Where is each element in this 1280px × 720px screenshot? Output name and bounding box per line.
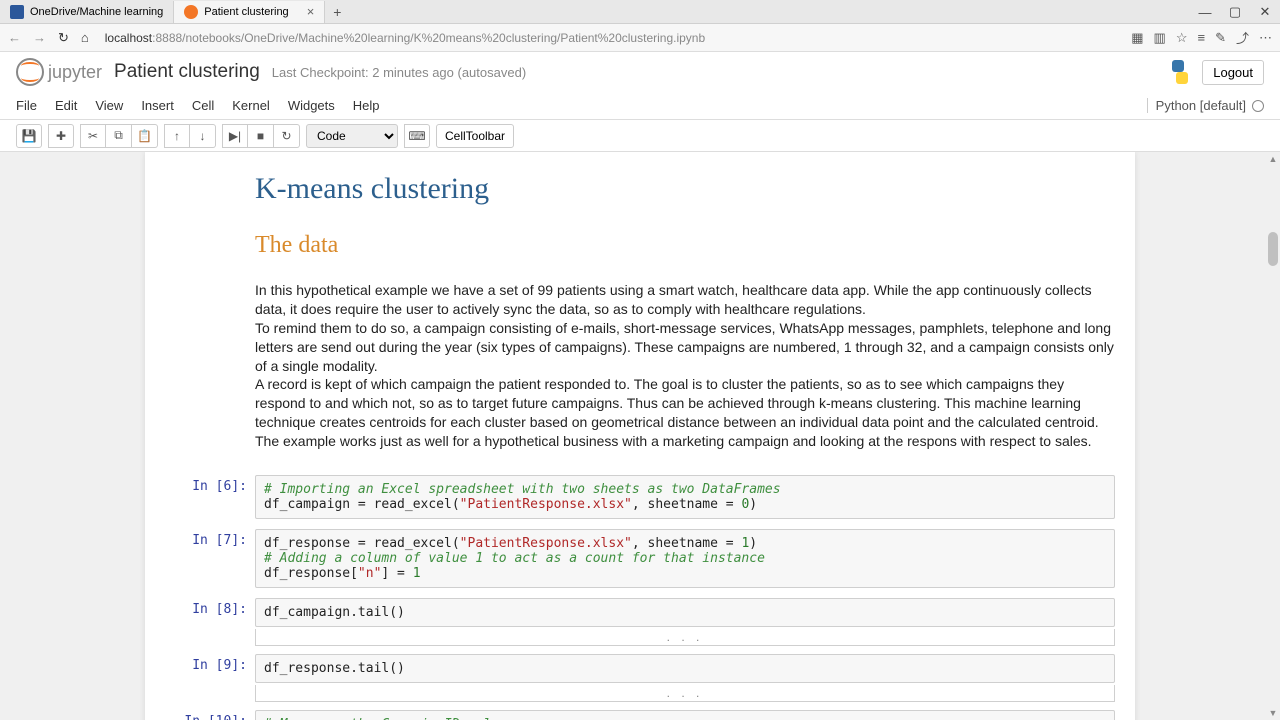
notebook-scroll-area[interactable]: K-means clustering The data In this hypo… [0, 152, 1280, 720]
cell-toolbar-button[interactable]: CellToolbar [436, 124, 514, 148]
move-up-button[interactable]: ↑ [164, 124, 190, 148]
collapsed-output[interactable]: . . . [255, 629, 1115, 646]
reading-icon[interactable]: ▥ [1154, 30, 1166, 46]
browser-nav-toolbar: ← → ↻ ⌂ localhost:8888/notebooks/OneDriv… [0, 24, 1280, 52]
back-icon[interactable]: ← [8, 30, 21, 45]
paragraph: In this hypothetical example we have a s… [255, 281, 1115, 319]
notebook-toolbar: 💾 ✚ ✂ ⧉ 📋 ↑ ↓ ▶| ■ ↻ Code ⌨ CellToolbar [0, 120, 1280, 152]
code-input[interactable]: # Importing an Excel spreadsheet with tw… [255, 475, 1115, 519]
scroll-up-icon[interactable]: ▲ [1266, 152, 1280, 166]
code-input[interactable]: df_response.tail() [255, 654, 1115, 683]
menu-cell[interactable]: Cell [192, 94, 214, 117]
browser-tab-active[interactable]: Patient clustering × [174, 1, 325, 23]
prompt [165, 164, 255, 453]
logout-button[interactable]: Logout [1202, 60, 1264, 85]
new-tab-button[interactable]: + [325, 4, 349, 20]
home-icon[interactable]: ⌂ [81, 30, 89, 45]
favorite-icon[interactable]: ☆ [1176, 30, 1188, 46]
add-cell-button[interactable]: ✚ [48, 124, 74, 148]
collapsed-output[interactable]: . . . [255, 685, 1115, 702]
hub-icon[interactable]: ≡ [1197, 30, 1205, 45]
prompt: In [7]: [165, 529, 255, 588]
cut-button[interactable]: ✂ [80, 124, 106, 148]
prompt: In [10]: [165, 710, 255, 720]
notes-icon[interactable]: ✎ [1215, 30, 1226, 46]
copy-button[interactable]: ⧉ [106, 124, 132, 148]
vertical-scrollbar[interactable]: ▲ ▼ [1266, 152, 1280, 720]
menu-file[interactable]: File [16, 94, 37, 117]
close-icon[interactable]: × [307, 4, 315, 19]
code-cell[interactable]: In [6]:# Importing an Excel spreadsheet … [145, 473, 1135, 521]
stop-button[interactable]: ■ [248, 124, 274, 148]
jupyter-logo-text: jupyter [48, 62, 102, 83]
more-icon[interactable]: ⋯ [1259, 30, 1272, 46]
menu-view[interactable]: View [95, 94, 123, 117]
menu-edit[interactable]: Edit [55, 94, 77, 117]
close-window-icon[interactable]: ✕ [1250, 0, 1280, 24]
restart-button[interactable]: ↻ [274, 124, 300, 148]
paste-button[interactable]: 📋 [132, 124, 158, 148]
markdown-cell[interactable]: K-means clustering The data In this hypo… [145, 162, 1135, 455]
paragraph: A record is kept of which campaign the p… [255, 375, 1115, 432]
jupyter-logo-icon [16, 58, 44, 86]
cell-type-select[interactable]: Code [306, 124, 398, 148]
prompt: In [6]: [165, 475, 255, 519]
heading-2: The data [255, 232, 1115, 259]
menu-help[interactable]: Help [353, 94, 380, 117]
notebook-name[interactable]: Patient clustering [114, 61, 260, 83]
code-cell[interactable]: In [8]:df_campaign.tail() [145, 596, 1135, 629]
menubar: File Edit View Insert Cell Kernel Widget… [0, 92, 1280, 120]
tab-favicon [10, 5, 24, 19]
share-icon[interactable]: ⤴ [1236, 28, 1249, 47]
extension-icon[interactable]: ▦ [1131, 30, 1143, 46]
scroll-down-icon[interactable]: ▼ [1266, 706, 1280, 720]
forward-icon[interactable]: → [33, 30, 46, 45]
menu-insert[interactable]: Insert [141, 94, 174, 117]
code-input[interactable]: df_campaign.tail() [255, 598, 1115, 627]
run-button[interactable]: ▶| [222, 124, 248, 148]
tab-favicon [184, 5, 198, 19]
python-logo-icon [1168, 60, 1192, 84]
menu-kernel[interactable]: Kernel [232, 94, 270, 117]
code-cell[interactable]: In [10]:# Merge on the CampaignID column… [145, 708, 1135, 720]
minimize-icon[interactable]: — [1190, 0, 1220, 24]
jupyter-logo[interactable]: jupyter [16, 58, 102, 86]
browser-tab-strip: OneDrive/Machine learning Patient cluste… [0, 0, 1280, 24]
kernel-name: Python [default] [1156, 98, 1246, 113]
menu-widgets[interactable]: Widgets [288, 94, 335, 117]
kernel-status-icon [1252, 100, 1264, 112]
code-cell[interactable]: In [7]:df_response = read_excel("Patient… [145, 527, 1135, 590]
tab-title: Patient clustering [204, 6, 288, 18]
code-input[interactable]: # Merge on the CampaignID columns df = m… [255, 710, 1115, 720]
address-bar[interactable]: localhost:8888/notebooks/OneDrive/Machin… [101, 29, 1119, 47]
url-port: :8888 [152, 31, 182, 45]
paragraph: To remind them to do so, a campaign cons… [255, 319, 1115, 376]
browser-tab[interactable]: OneDrive/Machine learning [0, 1, 174, 23]
maximize-icon[interactable]: ▢ [1220, 0, 1250, 24]
jupyter-header: jupyter Patient clustering Last Checkpoi… [0, 52, 1280, 92]
paragraph: The example works just as well for a hyp… [255, 432, 1115, 451]
save-button[interactable]: 💾 [16, 124, 42, 148]
tab-title: OneDrive/Machine learning [30, 6, 163, 18]
checkpoint-text: Last Checkpoint: 2 minutes ago (autosave… [272, 65, 526, 80]
prompt: In [8]: [165, 598, 255, 627]
code-input[interactable]: df_response = read_excel("PatientRespons… [255, 529, 1115, 588]
kernel-indicator: Python [default] [1147, 98, 1264, 113]
scrollbar-thumb[interactable] [1268, 232, 1278, 266]
url-host: localhost [105, 31, 152, 45]
url-path: /notebooks/OneDrive/Machine%20learning/K… [182, 31, 705, 45]
refresh-icon[interactable]: ↻ [58, 30, 69, 46]
prompt: In [9]: [165, 654, 255, 683]
move-down-button[interactable]: ↓ [190, 124, 216, 148]
notebook: K-means clustering The data In this hypo… [145, 152, 1135, 720]
heading-1: K-means clustering [255, 172, 1115, 206]
code-cell[interactable]: In [9]:df_response.tail() [145, 652, 1135, 685]
command-palette-button[interactable]: ⌨ [404, 124, 430, 148]
